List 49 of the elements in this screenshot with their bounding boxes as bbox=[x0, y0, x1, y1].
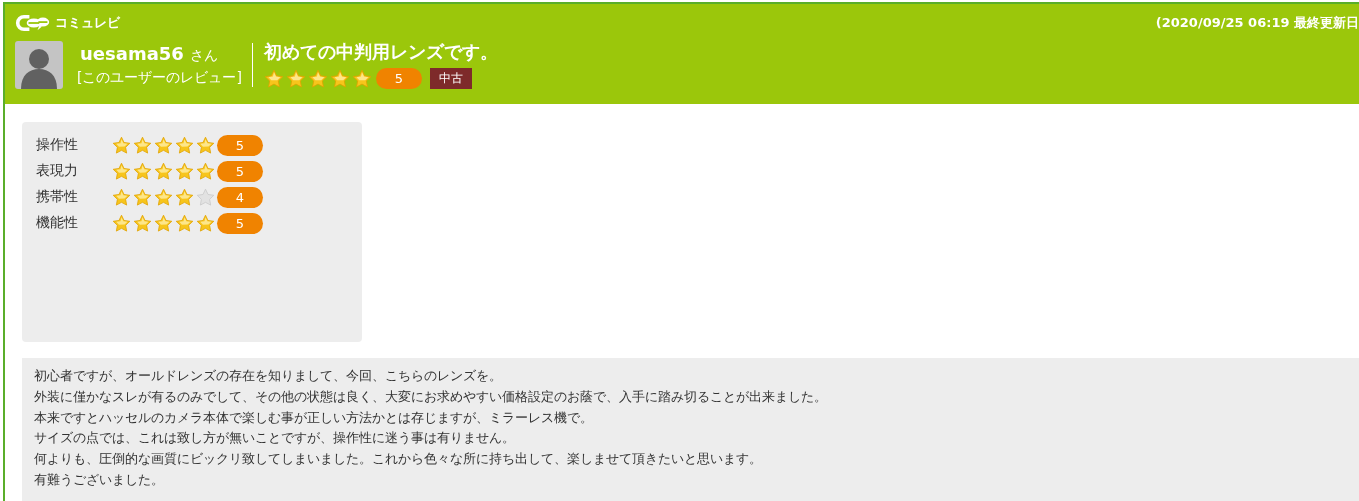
score-pill: 5 bbox=[217, 134, 263, 156]
star-icon bbox=[175, 213, 194, 233]
star-icon bbox=[175, 135, 194, 155]
rating-label: 機能性 bbox=[36, 214, 79, 232]
score-pill: 5 bbox=[217, 160, 263, 182]
speech-bubbles-icon bbox=[15, 14, 51, 32]
star-icon bbox=[154, 213, 173, 233]
score-pill: 4 bbox=[217, 186, 263, 208]
star-icon bbox=[133, 187, 152, 207]
rating-label: 携帯性 bbox=[36, 188, 79, 206]
star-icon bbox=[112, 161, 131, 181]
user-name: uesama56 bbox=[80, 42, 184, 64]
rating-label: 操作性 bbox=[36, 136, 79, 154]
star-icon bbox=[175, 161, 194, 181]
honorific: さん bbox=[189, 46, 218, 65]
star-icon bbox=[196, 135, 215, 155]
star-icon bbox=[175, 187, 194, 207]
star-icon bbox=[329, 68, 350, 89]
star-icon bbox=[196, 213, 215, 233]
star-icon bbox=[133, 135, 152, 155]
review-text-line: 何よりも、圧倒的な画質にビックリ致してしまいました。これから色々な所に持ち出して、楽しませて頂きたいと思います。 bbox=[34, 450, 762, 469]
review-text-line: 有難うございました。 bbox=[34, 471, 164, 489]
star-icon bbox=[196, 187, 215, 207]
star-icon bbox=[351, 68, 372, 89]
review-text-line: 外装に僅かなスレが有るのみでして、その他の状態は良く、大変にお求めやすい価格設定のお蔭で、入手に踏み切ることが出来ました。 bbox=[34, 387, 827, 406]
rating-label: 表現力 bbox=[36, 162, 79, 180]
star-icon bbox=[196, 161, 215, 181]
review-text-line: 本来ですとハッセルのカメラ本体で楽しむ事が正しい方法かとは存じますが、ミラーレス機で。 bbox=[34, 408, 593, 427]
star-icon bbox=[112, 187, 131, 207]
review-text-line: サイズの点では、これは致し方が無いことですが、操作性に迷う事は有りません。 bbox=[34, 429, 515, 448]
star-icon bbox=[263, 68, 284, 89]
user-reviews-link[interactable]: [このユーザーのレビュー] bbox=[77, 68, 242, 87]
star-icon bbox=[154, 135, 173, 155]
avatar-icon bbox=[15, 40, 63, 89]
star-icon bbox=[154, 161, 173, 181]
star-icon bbox=[112, 213, 131, 233]
review-title: 初めての中判用レンズです。 bbox=[263, 40, 498, 64]
star-icon bbox=[154, 187, 173, 207]
star-icon bbox=[112, 135, 131, 155]
score-pill: 5 bbox=[217, 212, 263, 234]
score-pill: 5 bbox=[375, 68, 422, 89]
star-icon bbox=[285, 68, 306, 89]
condition-tag: 中古 bbox=[429, 68, 472, 89]
star-icon bbox=[307, 68, 328, 89]
star-icon bbox=[133, 213, 152, 233]
brand-name: コミュレビ bbox=[55, 14, 120, 32]
review-text-line: 初心者ですが、オールドレンズの存在を知りまして、今回、こちらのレンズを。 bbox=[34, 367, 502, 385]
update-date: (2020/09/25 06:19 最終更新日 bbox=[1155, 14, 1359, 32]
star-icon bbox=[133, 161, 152, 181]
